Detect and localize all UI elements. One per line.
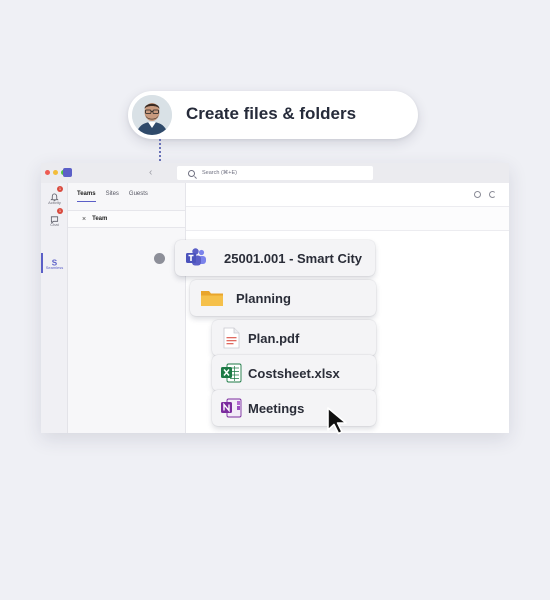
pdf-file-icon [220,327,242,349]
team-label: Team [92,216,108,222]
seamless-logo-icon: S [50,254,59,268]
search-placeholder: Search (⌘+E) [202,170,237,176]
title-bar: ‹ Search (⌘+E) [41,163,509,183]
side-panel: Teams Sites Guests × Team [68,183,186,433]
info-icon[interactable] [474,191,481,198]
callout-pill: Create files & folders [128,91,418,139]
connector-dot [154,253,165,264]
mouse-cursor-icon [327,407,347,435]
tab-teams[interactable]: Teams [77,191,96,202]
content-subheader [186,207,509,231]
bell-icon: 1 [50,186,63,202]
folder-label: Planning [236,291,291,306]
file-label-xlsx: Costsheet.xlsx [248,366,340,381]
tab-guests[interactable]: Guests [129,191,148,202]
svg-text:S: S [52,259,58,267]
activity-badge: 1 [57,186,63,192]
tree-item-file-xlsx[interactable]: Costsheet.xlsx [212,355,376,391]
tree-item-project[interactable]: 25001.001 - Smart City [175,240,375,276]
close-window-button[interactable] [45,170,50,175]
project-label: 25001.001 - Smart City [224,251,363,266]
back-icon[interactable]: ‹ [149,167,152,179]
excel-file-icon [220,362,242,384]
rail-item-activity[interactable]: 1 Activity [41,186,68,205]
refresh-icon[interactable] [489,191,496,198]
team-row[interactable]: × Team [68,210,185,228]
tab-sites[interactable]: Sites [106,191,119,202]
person-avatar [130,93,174,137]
callout-title: Create files & folders [186,104,357,123]
file-label-pdf: Plan.pdf [248,331,300,346]
tree-item-folder[interactable]: Planning [190,280,376,316]
onenote-file-icon [220,397,242,419]
search-icon [188,169,195,177]
folder-icon [200,287,223,309]
app-rail: 1 Activity 1 Chat S Seamless [41,183,68,433]
rail-item-chat[interactable]: 1 Chat [41,208,68,227]
rail-item-seamless[interactable]: S Seamless [41,254,68,270]
file-label-onenote: Meetings [248,401,305,416]
minimize-window-button[interactable] [53,170,58,175]
content-header [186,183,509,207]
tree-item-file-pdf[interactable]: Plan.pdf [212,320,376,356]
panel-tabs: Teams Sites Guests [77,191,148,202]
teams-icon [185,247,207,269]
chat-icon: 1 [50,208,63,224]
close-icon[interactable]: × [82,216,86,223]
teams-logo-icon [63,168,72,177]
chat-badge: 1 [57,208,63,214]
search-input[interactable]: Search (⌘+E) [177,166,373,180]
